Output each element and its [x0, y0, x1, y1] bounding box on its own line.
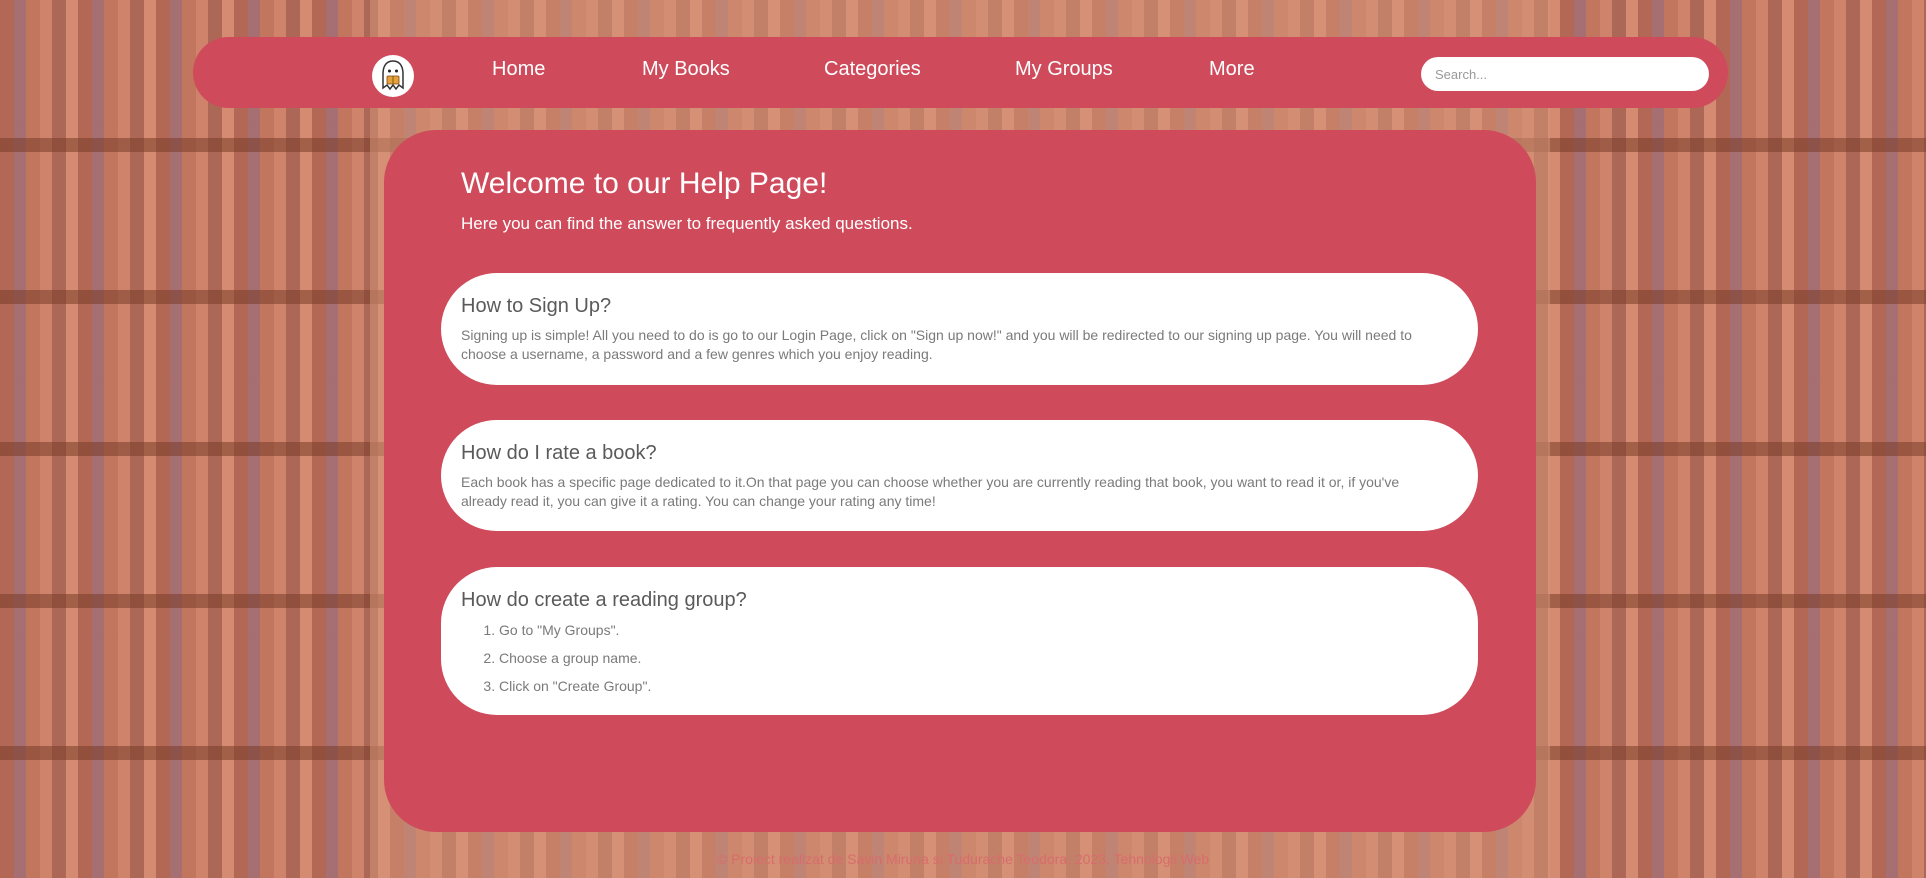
- nav-categories-link[interactable]: Categories: [824, 58, 921, 81]
- nav-my-books-link[interactable]: My Books: [642, 58, 730, 81]
- list-item: Click on "Create Group".: [499, 672, 1420, 700]
- faq-question: How to Sign Up?: [461, 295, 612, 317]
- nav-home-link[interactable]: Home: [492, 58, 545, 81]
- nav-more-link[interactable]: More: [1209, 58, 1255, 81]
- list-item: Go to "My Groups".: [499, 616, 1420, 644]
- list-item: Choose a group name.: [499, 644, 1420, 672]
- faq-question: How do create a reading group?: [461, 589, 747, 611]
- faq-answer: Each book has a specific page dedicated …: [461, 474, 1400, 509]
- search-input[interactable]: [1421, 57, 1709, 91]
- faq-question: How do I rate a book?: [461, 442, 657, 464]
- faq-steps-list: Go to "My Groups". Choose a group name. …: [461, 616, 1420, 700]
- page-title: Welcome to our Help Page!: [461, 167, 828, 200]
- nav-my-groups-link[interactable]: My Groups: [1015, 58, 1113, 81]
- footer-credits: © Proiect realizat de Savin Miruna si Tu…: [716, 851, 1210, 867]
- faq-card-reading-group: How do create a reading group? Go to "My…: [441, 567, 1478, 715]
- faq-card-rate-book: How do I rate a book? Each book has a sp…: [441, 420, 1478, 531]
- faq-answer: Signing up is simple! All you need to do…: [461, 327, 1412, 362]
- ghost-logo-icon[interactable]: [372, 55, 414, 97]
- page-subtitle: Here you can find the answer to frequent…: [461, 214, 913, 233]
- faq-card-sign-up: How to Sign Up? Signing up is simple! Al…: [441, 273, 1478, 385]
